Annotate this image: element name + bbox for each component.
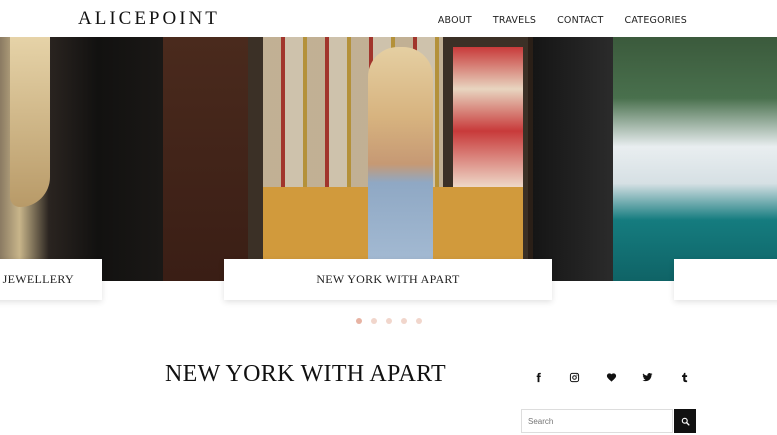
heart-icon[interactable]: [593, 369, 630, 385]
search-input[interactable]: [521, 409, 673, 433]
main-nav: ABOUT TRAVELS CONTACT CATEGORIES: [438, 15, 687, 26]
slider-dot-2[interactable]: [371, 318, 377, 324]
slide-photo-detail: [368, 47, 433, 281]
featured-slider[interactable]: [0, 37, 777, 281]
facebook-icon[interactable]: [520, 369, 557, 385]
nav-item-about[interactable]: ABOUT: [438, 15, 472, 26]
instagram-icon[interactable]: [557, 369, 594, 385]
slider-dot-1[interactable]: [356, 318, 362, 324]
slide-image-new-york[interactable]: [163, 37, 613, 281]
nav-item-categories[interactable]: CATEGORIES: [625, 15, 687, 26]
slide-image-jewellery[interactable]: [0, 37, 163, 281]
nav-item-contact[interactable]: CONTACT: [557, 15, 603, 26]
slide-caption-text: RT JEWELLERY: [0, 272, 74, 286]
tumblr-icon[interactable]: [666, 369, 703, 385]
post-title[interactable]: NEW YORK WITH APART: [165, 361, 446, 388]
slider-dot-3[interactable]: [386, 318, 392, 324]
slide-caption-right[interactable]: [674, 259, 777, 300]
slider-dot-5[interactable]: [416, 318, 422, 324]
slide-photo-detail: [10, 37, 50, 207]
slider-dot-4[interactable]: [401, 318, 407, 324]
search-form: [521, 409, 696, 435]
slide-photo-detail: [163, 37, 248, 281]
social-links: [520, 369, 703, 385]
slide-caption-text: NEW YORK WITH APART: [316, 272, 460, 286]
slide-photo-detail: [453, 47, 523, 187]
site-header: ALICEPOINT ABOUT TRAVELS CONTACT CATEGOR…: [0, 0, 777, 37]
slider-dots: [356, 318, 422, 324]
site-logo[interactable]: ALICEPOINT: [78, 8, 220, 30]
slide-caption-center[interactable]: NEW YORK WITH APART: [224, 259, 552, 300]
twitter-icon[interactable]: [630, 369, 667, 385]
search-button[interactable]: [674, 409, 696, 433]
nav-item-travels[interactable]: TRAVELS: [493, 15, 536, 26]
slide-photo-detail: [533, 37, 613, 281]
slide-image-beach[interactable]: [613, 37, 777, 281]
slide-caption-left[interactable]: RT JEWELLERY: [0, 259, 102, 300]
search-icon: [681, 417, 690, 426]
